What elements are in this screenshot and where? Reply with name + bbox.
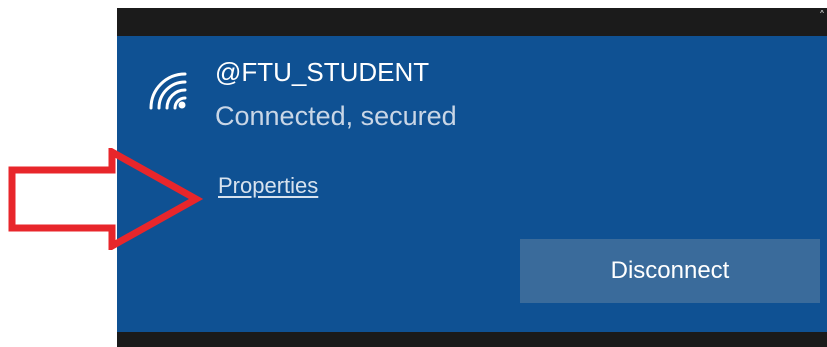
red-arrow-annotation: [8, 148, 204, 250]
wifi-icon: [149, 72, 187, 110]
network-item-selected[interactable]: @FTU_STUDENT Connected, secured Properti…: [117, 36, 827, 332]
properties-link[interactable]: Properties: [218, 172, 318, 200]
connection-status: Connected, secured: [215, 101, 457, 131]
flyout-top-bar: ˄: [117, 8, 827, 36]
network-name: @FTU_STUDENT: [215, 57, 430, 87]
disconnect-button[interactable]: Disconnect: [520, 239, 820, 303]
scroll-up-icon[interactable]: ˄: [819, 10, 825, 22]
flyout-bottom-bar: [117, 332, 827, 347]
network-flyout: ˄ @FTU_STUDENT Connected, secured Proper…: [117, 8, 827, 347]
